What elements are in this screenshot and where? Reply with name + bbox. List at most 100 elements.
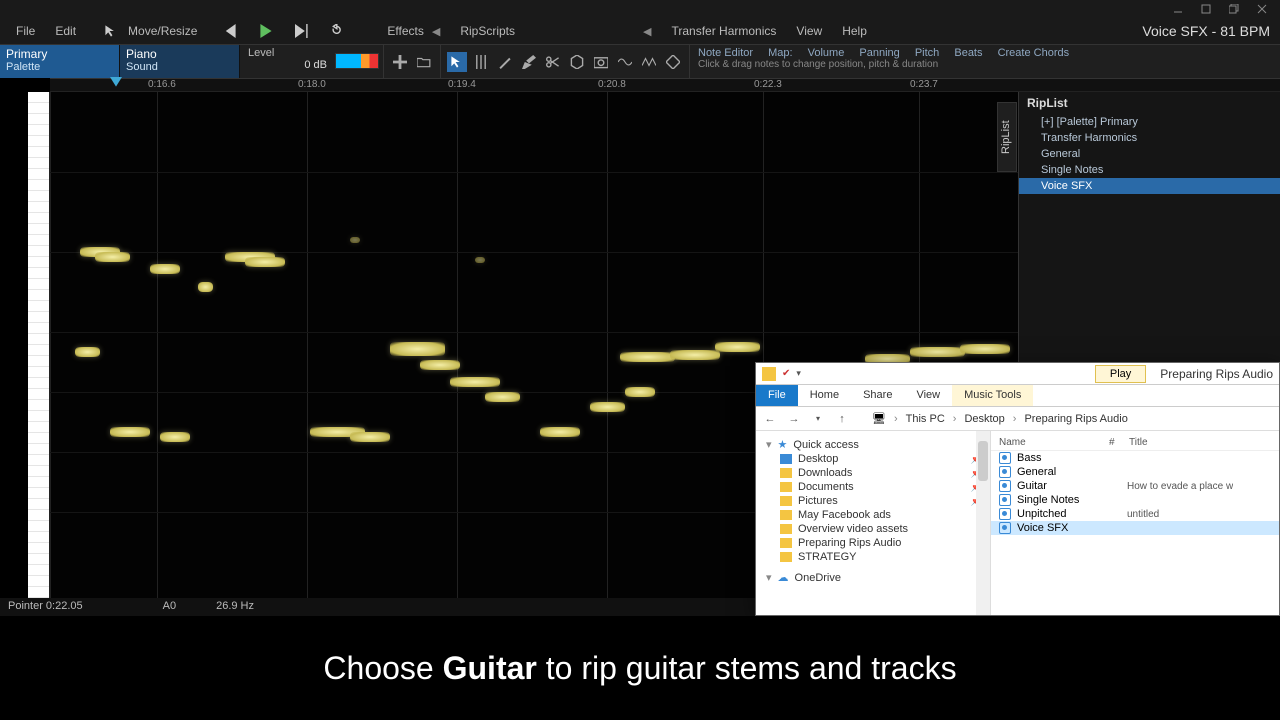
skip-forward-button[interactable] [293, 22, 311, 40]
breadcrumb-desktop[interactable]: Desktop [964, 413, 1004, 425]
file-row-voice-sfx[interactable]: Voice SFX [991, 521, 1279, 535]
map-beats[interactable]: Beats [954, 47, 982, 59]
qat-dropdown-icon[interactable]: ▾ [796, 368, 801, 379]
tutorial-caption: Choose Guitar to rip guitar stems and tr… [0, 616, 1280, 720]
menu-move-resize[interactable]: Move/Resize [118, 20, 207, 42]
file-row-guitar[interactable]: GuitarHow to evade a place w [991, 479, 1279, 493]
ribbon-share[interactable]: Share [851, 385, 904, 406]
zigzag-tool-icon[interactable] [639, 52, 659, 72]
explorer-file-list: Name # Title Bass General GuitarHow to e… [991, 431, 1279, 615]
loop-button[interactable] [329, 22, 347, 40]
map-panning[interactable]: Panning [859, 47, 899, 59]
nav-up-button[interactable]: ↑ [834, 411, 850, 427]
menu-help[interactable]: Help [832, 20, 877, 42]
file-row-general[interactable]: General [991, 465, 1279, 479]
ribbon-file[interactable]: File [756, 385, 798, 406]
ruler-time-3: 0:19.4 [448, 79, 476, 90]
ribbon-music-tools[interactable]: Music Tools [952, 385, 1033, 406]
add-icon[interactable] [390, 52, 410, 72]
riplist-item-harmonics[interactable]: Transfer Harmonics [1019, 130, 1280, 146]
explorer-ribbon: File Home Share View Music Tools [756, 385, 1279, 407]
nav-desktop[interactable]: Desktop📌 [756, 452, 990, 466]
palette-primary-label: Primary [6, 47, 113, 61]
ribbon-view[interactable]: View [904, 385, 952, 406]
nav-documents[interactable]: Documents📌 [756, 480, 990, 494]
nav-pictures[interactable]: Pictures📌 [756, 494, 990, 508]
time-ruler[interactable]: 0:16.6 0:18.0 0:19.4 0:20.8 0:22.3 0:23.… [50, 78, 1280, 92]
play-button[interactable] [257, 22, 275, 40]
col-name[interactable]: Name [999, 437, 1109, 448]
maximize-button[interactable] [1192, 1, 1220, 17]
menu-file[interactable]: File [6, 20, 45, 42]
palette-piano[interactable]: Piano Sound [120, 45, 240, 78]
palette-piano-label: Piano [126, 47, 233, 61]
cursor-mode-icon[interactable] [104, 24, 118, 38]
menu-edit[interactable]: Edit [45, 20, 86, 42]
close-button[interactable] [1248, 1, 1276, 17]
map-pitch[interactable]: Pitch [915, 47, 939, 59]
file-row-single-notes[interactable]: Single Notes [991, 493, 1279, 507]
map-volume[interactable]: Volume [808, 47, 845, 59]
menu-view[interactable]: View [786, 20, 832, 42]
breadcrumb-thispc[interactable]: This PC [906, 413, 945, 425]
riplist-item-single-notes[interactable]: Single Notes [1019, 162, 1280, 178]
file-list-header[interactable]: Name # Title [991, 435, 1279, 451]
draw-tool-icon[interactable] [495, 52, 515, 72]
tune-tool-icon[interactable] [471, 52, 491, 72]
breadcrumb-pc-icon[interactable]: 🖥 [872, 412, 886, 425]
scissors-tool-icon[interactable] [543, 52, 563, 72]
palette-primary-sublabel: Palette [6, 61, 113, 73]
palette-primary[interactable]: Primary Palette [0, 45, 120, 78]
col-title[interactable]: Title [1129, 437, 1148, 448]
col-num[interactable]: # [1109, 437, 1129, 448]
ribbon-home[interactable]: Home [798, 385, 851, 406]
playhead-icon[interactable] [110, 77, 122, 89]
select-tool-icon[interactable] [447, 52, 467, 72]
nav-scrollbar[interactable] [976, 431, 990, 615]
nav-downloads[interactable]: Downloads📌 [756, 466, 990, 480]
sub-toolbar: Primary Palette Piano Sound Level 0 dB N… [0, 44, 1280, 78]
nav-strategy[interactable]: STRATEGY [756, 550, 990, 564]
piano-keyboard[interactable] [0, 92, 50, 600]
menu-bar: File Edit Move/Resize Effects ◀ RipScrip… [0, 18, 1280, 44]
camera-tool-icon[interactable] [591, 52, 611, 72]
caption-post: to rip guitar stems and tracks [537, 650, 957, 686]
hex-tool-icon[interactable] [567, 52, 587, 72]
riplist-item-voice-sfx[interactable]: Voice SFX [1019, 178, 1280, 194]
menu-effects[interactable]: Effects [387, 24, 423, 38]
riplist-tab[interactable]: RipList [997, 102, 1017, 172]
ruler-time-2: 0:18.0 [298, 79, 326, 90]
nav-overview-assets[interactable]: Overview video assets [756, 522, 990, 536]
folder-open-icon[interactable] [414, 52, 434, 72]
explorer-play-tab[interactable]: Play [1095, 365, 1146, 383]
audio-file-icon [999, 508, 1011, 520]
minimize-button[interactable] [1164, 1, 1192, 17]
tool-icon-group [440, 45, 689, 78]
diamond-tool-icon[interactable] [663, 52, 683, 72]
nav-forward-button[interactable]: → [786, 411, 802, 427]
ruler-time-1: 0:16.6 [148, 79, 176, 90]
explorer-titlebar[interactable]: ✔ ▾ Play Preparing Rips Audio [756, 363, 1279, 385]
nav-onedrive[interactable]: ▾ ☁ OneDrive [756, 570, 990, 585]
riplist-item-palette[interactable]: [+] [Palette] Primary [1019, 114, 1280, 130]
wave-tool-icon[interactable] [615, 52, 635, 72]
file-row-bass[interactable]: Bass [991, 451, 1279, 465]
pencil-tool-icon[interactable] [519, 52, 539, 72]
ripscripts-slider-thumb-icon[interactable]: ◀ [643, 25, 651, 38]
restore-button[interactable] [1220, 1, 1248, 17]
breadcrumb-folder[interactable]: Preparing Rips Audio [1024, 413, 1127, 425]
qat-icon[interactable]: ✔ [782, 368, 790, 379]
riplist-item-general[interactable]: General [1019, 146, 1280, 162]
nav-may-ads[interactable]: May Facebook ads [756, 508, 990, 522]
effects-slider-thumb-icon[interactable]: ◀ [432, 25, 440, 38]
nav-quick-access[interactable]: ▾ ★ Quick access [756, 437, 990, 452]
file-row-unpitched[interactable]: Unpitcheduntitled [991, 507, 1279, 521]
nav-back-button[interactable]: ← [762, 411, 778, 427]
menu-ripscripts[interactable]: RipScripts [460, 24, 515, 38]
nav-history-dropdown[interactable]: ▾ [810, 411, 826, 427]
create-chords-link[interactable]: Create Chords [998, 47, 1070, 59]
menu-transfer-harmonics[interactable]: Transfer Harmonics [661, 20, 786, 42]
skip-back-button[interactable] [221, 22, 239, 40]
nav-preparing-rips[interactable]: Preparing Rips Audio [756, 536, 990, 550]
note-editor-link[interactable]: Note Editor [698, 47, 753, 59]
